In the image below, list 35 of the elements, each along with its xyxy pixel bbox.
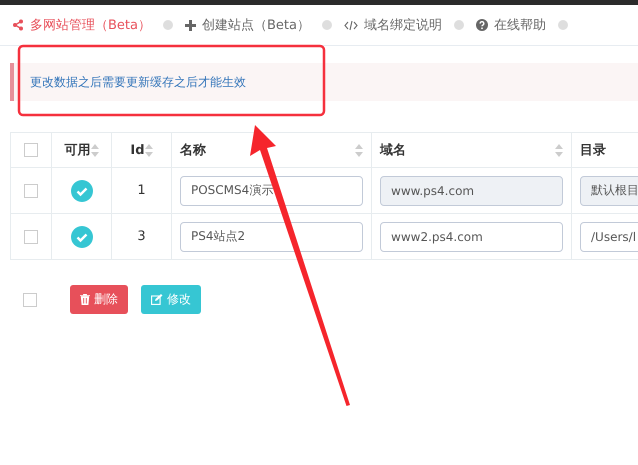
table-cell: 1: [137, 183, 146, 198]
directory-field[interactable]: /Users/l: [580, 222, 638, 252]
trash-icon: [80, 294, 90, 305]
sort-icon[interactable]: [355, 144, 363, 156]
plus-icon: [184, 20, 196, 30]
code-icon: [344, 20, 358, 30]
sort-icon[interactable]: [90, 144, 98, 156]
nav-tab[interactable]: 创建站点（Beta）: [184, 16, 310, 34]
help-icon: [476, 19, 488, 31]
column-header: 可用: [64, 142, 90, 159]
nav-tab[interactable]: 在线帮助: [476, 16, 546, 34]
share-icon: [12, 19, 24, 31]
separator-dot: [162, 20, 173, 30]
alert-text: 更改数据之后需要更新缓存之后才能生效: [30, 74, 246, 90]
checkbox[interactable]: [24, 230, 38, 244]
sort-icon[interactable]: [144, 144, 153, 156]
name-field[interactable]: PS4站点2: [180, 222, 363, 252]
checkbox[interactable]: [24, 184, 38, 198]
separator-dot: [454, 20, 464, 30]
column-header: 名称: [180, 142, 207, 159]
domain-field[interactable]: www2.ps4.com: [380, 222, 563, 252]
checkbox[interactable]: [24, 143, 38, 157]
separator-dot: [558, 20, 568, 30]
checkbox[interactable]: [23, 292, 37, 306]
edit-icon: [151, 294, 163, 305]
table-cell: 3: [137, 229, 146, 244]
nav-tab[interactable]: 域名绑定说明: [344, 16, 442, 34]
column-header: 目录: [580, 142, 607, 159]
separator-dot: [322, 20, 332, 30]
column-header: Id: [130, 142, 145, 158]
nav-tab[interactable]: 多网站管理（Beta）: [12, 16, 151, 34]
sort-icon[interactable]: [555, 144, 563, 156]
name-field[interactable]: POSCMS4演示: [180, 176, 363, 206]
delete-button[interactable]: 删除: [70, 285, 128, 314]
column-header: 域名: [380, 142, 407, 159]
